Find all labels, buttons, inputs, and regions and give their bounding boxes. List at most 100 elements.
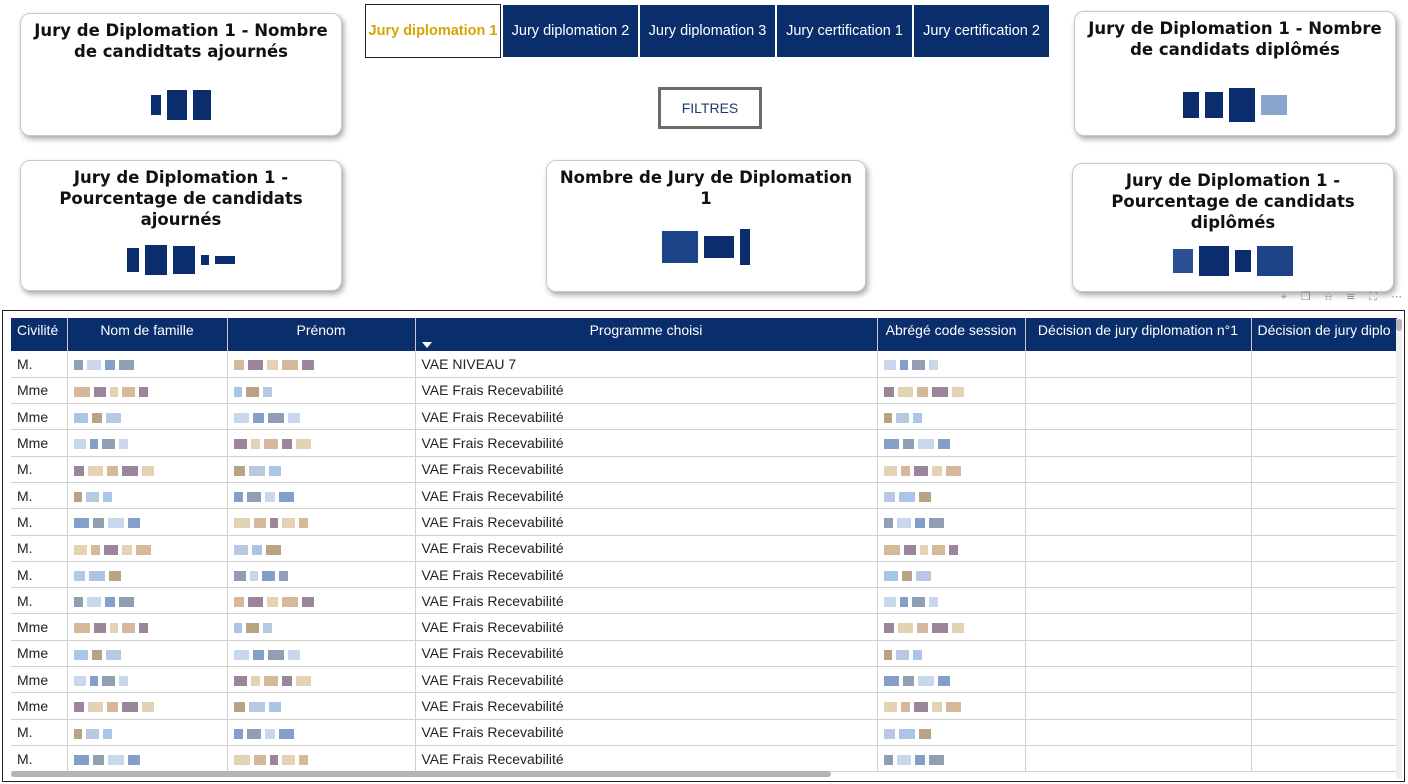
cell-programme: VAE Frais Recevabilité — [415, 456, 878, 483]
horizontal-scrollbar[interactable] — [11, 771, 831, 777]
kpi-value-redacted — [1075, 83, 1395, 127]
table-row[interactable]: Mme VAE Frais Recevabilité — [11, 692, 1398, 720]
kpi-card-ajournes-count[interactable]: Jury de Diplomation 1 - Nombre de candid… — [20, 13, 342, 136]
redacted-text — [233, 518, 250, 529]
kpi-card-ajournes-pct[interactable]: Jury de Diplomation 1 - Pourcentage de c… — [20, 160, 342, 291]
cell-programme: VAE Frais Recevabilité — [415, 587, 878, 615]
cell-session-redacted — [877, 482, 1026, 510]
cell-session-redacted — [877, 745, 1026, 773]
cell-session-redacted — [877, 561, 1026, 589]
header-abrege-code-session[interactable]: Abrégé code session — [877, 318, 1026, 351]
header-civilite[interactable]: Civilité — [11, 318, 68, 351]
tab-jury-diplomation-1[interactable]: Jury diplomation 1 — [365, 4, 501, 58]
cell-session-redacted — [877, 640, 1026, 668]
cell-decision-1 — [1025, 640, 1252, 668]
redacted-text — [264, 728, 275, 739]
table-row[interactable]: Mme VAE Frais Recevabilité — [11, 429, 1398, 457]
tab-jury-diplomation-3[interactable]: Jury diplomation 3 — [639, 4, 776, 58]
kpi-title: Jury de Diplomation 1 - Pourcentage de c… — [1111, 171, 1355, 232]
cell-decision-2 — [1251, 745, 1398, 773]
table-row[interactable]: Mme VAE Frais Recevabilité — [11, 403, 1398, 431]
redacted-text — [104, 597, 115, 608]
redacted-text — [913, 702, 928, 713]
redacted-text — [267, 649, 284, 660]
header-nom-de-famille[interactable]: Nom de famille — [67, 318, 228, 351]
redacted-text — [86, 597, 101, 608]
redacted-text — [945, 702, 961, 713]
cell-civilite: M. — [11, 719, 68, 746]
table-row[interactable]: M. VAE Frais Recevabilité — [11, 561, 1398, 589]
more-icon[interactable]: ⋯ — [1391, 290, 1402, 304]
table-row[interactable]: M. VAE Frais Recevabilité — [11, 745, 1398, 773]
table-row[interactable]: M. VAE Frais Recevabilité — [11, 456, 1398, 483]
filter-icon[interactable]: ≡ — [1346, 290, 1355, 304]
cell-decision-2 — [1251, 482, 1398, 510]
table-row[interactable]: M. VAE Frais Recevabilité — [11, 508, 1398, 536]
filters-button[interactable]: FILTRES — [658, 87, 762, 129]
redacted-text — [88, 570, 105, 581]
redacted-text — [883, 360, 896, 371]
table-row[interactable]: M. VAE NIVEAU 7 — [11, 351, 1398, 378]
redacted-text — [883, 597, 896, 608]
cell-nom-redacted — [67, 351, 228, 378]
vertical-scrollbar[interactable] — [1396, 319, 1402, 779]
bell-icon[interactable]: ⍾ — [1325, 290, 1332, 304]
cell-prenom-redacted — [227, 692, 416, 720]
kpi-card-jury-count[interactable]: Nombre de Jury de Diplomation 1 — [546, 160, 866, 292]
cell-decision-2 — [1251, 613, 1398, 641]
table-row[interactable]: M. VAE Frais Recevabilité — [11, 587, 1398, 615]
cell-programme: VAE NIVEAU 7 — [415, 351, 878, 378]
table-row[interactable]: Mme VAE Frais Recevabilité — [11, 640, 1398, 668]
table-row[interactable]: Mme VAE Frais Recevabilité — [11, 377, 1398, 405]
header-decision-jury-2[interactable]: Décision de jury diplo — [1251, 318, 1398, 351]
redacted-text — [269, 754, 278, 765]
redacted-text — [73, 728, 82, 739]
tab-jury-diplomation-2[interactable]: Jury diplomation 2 — [502, 4, 639, 58]
table-row[interactable]: M. VAE Frais Recevabilité — [11, 719, 1398, 746]
focus-icon[interactable]: ⛶ — [1369, 290, 1377, 304]
kpi-card-diplomes-pct[interactable]: Jury de Diplomation 1 - Pourcentage de c… — [1072, 163, 1394, 292]
cell-programme: VAE Frais Recevabilité — [415, 377, 878, 405]
table-row[interactable]: Mme VAE Frais Recevabilité — [11, 666, 1398, 694]
cell-prenom-redacted — [227, 508, 416, 536]
scrollbar-thumb[interactable] — [1396, 319, 1402, 331]
header-prenom[interactable]: Prénom — [227, 318, 416, 351]
redacted-text — [135, 544, 151, 555]
table-row[interactable]: M. VAE Frais Recevabilité — [11, 482, 1398, 510]
cell-session-redacted — [877, 587, 1026, 615]
redacted-text — [86, 360, 101, 371]
header-decision-jury-1[interactable]: Décision de jury diplomation n°1 — [1025, 318, 1252, 351]
tab-jury-certification-2[interactable]: Jury certification 2 — [913, 4, 1050, 58]
redacted-text — [73, 518, 89, 529]
redacted-text — [931, 386, 948, 397]
header-programme-choisi[interactable]: Programme choisi — [415, 318, 878, 351]
redacted-text — [249, 570, 258, 581]
redacted-text — [278, 491, 294, 502]
cell-nom-redacted — [67, 587, 228, 615]
redacted-text — [261, 570, 275, 581]
redacted-text — [916, 623, 928, 634]
cell-civilite: Mme — [11, 640, 68, 668]
redacted-text — [883, 623, 894, 634]
redacted-text — [914, 754, 925, 765]
redacted-text — [109, 386, 118, 397]
redacted-text — [265, 544, 281, 555]
cell-decision-1 — [1025, 613, 1252, 641]
cell-decision-2 — [1251, 535, 1398, 562]
copy-icon[interactable]: ❐ — [1301, 290, 1311, 304]
cell-civilite: M. — [11, 508, 68, 536]
redacted-text — [931, 623, 948, 634]
redacted-text — [107, 518, 124, 529]
redacted-text — [916, 386, 928, 397]
kpi-card-diplomes-count[interactable]: Jury de Diplomation 1 - Nombre de candid… — [1074, 11, 1396, 136]
cell-prenom-redacted — [227, 429, 416, 457]
redacted-text — [252, 649, 264, 660]
pin-icon[interactable]: ⌖ — [1281, 290, 1287, 304]
tab-jury-certification-1[interactable]: Jury certification 1 — [776, 4, 913, 58]
cell-decision-1 — [1025, 535, 1252, 562]
table-row[interactable]: Mme VAE Frais Recevabilité — [11, 613, 1398, 641]
redacted-text — [278, 728, 294, 739]
cell-decision-2 — [1251, 403, 1398, 431]
table-row[interactable]: M. VAE Frais Recevabilité — [11, 535, 1398, 562]
redacted-text — [919, 544, 928, 555]
